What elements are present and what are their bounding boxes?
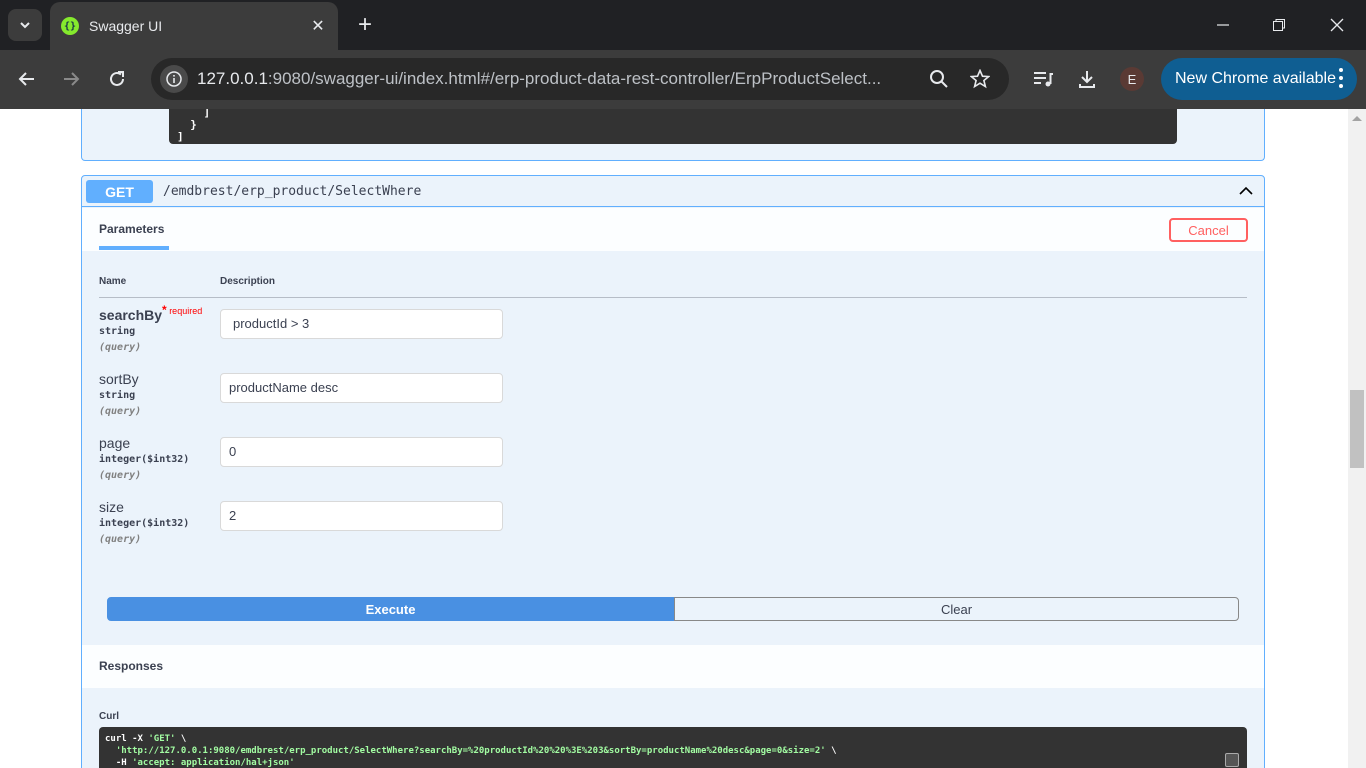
clear-button[interactable]: Clear [674, 597, 1239, 621]
update-label: New Chrome available [1175, 70, 1336, 87]
method-badge: GET [86, 180, 153, 203]
download-icon[interactable] [1074, 66, 1100, 92]
zoom-icon[interactable] [927, 67, 951, 91]
param-row-sortBy: sortBy string (query) productName desc [99, 371, 1249, 431]
param-row-searchBy: searchBy * required string (query) produ… [99, 303, 1249, 367]
param-type: string [99, 326, 136, 337]
size-input[interactable]: 2 [220, 501, 503, 531]
tab-parameters[interactable]: Parameters [99, 208, 164, 248]
param-name: size [99, 499, 124, 515]
url-path: :9080/swagger-ui/index.html#/erp-product… [267, 69, 882, 88]
param-name: sortBy [99, 371, 139, 387]
responses-title: Responses [99, 659, 164, 673]
execute-button[interactable]: Execute [107, 597, 674, 621]
reload-button[interactable] [100, 62, 134, 96]
curl-label: Curl [99, 711, 119, 722]
swagger-favicon-icon: {} [61, 17, 79, 35]
column-header-description: Description [220, 276, 276, 287]
previous-response-code: ] } ] [169, 109, 1177, 144]
address-bar[interactable]: 127.0.0.1:9080/swagger-ui/index.html#/er… [151, 58, 1009, 100]
curl-line3-prefix: -H [105, 758, 133, 768]
curl-header: 'accept: application/hal+json' [132, 758, 295, 768]
close-icon [1330, 18, 1344, 32]
param-row-page: page integer($int32) (query) 0 [99, 435, 1249, 495]
minimize-icon [1217, 24, 1229, 26]
divider [99, 297, 1247, 298]
scroll-up-arrow-icon[interactable] [1352, 116, 1362, 121]
curl-method: 'GET' [148, 734, 176, 744]
media-controls-icon[interactable] [1030, 66, 1056, 92]
param-type: integer($int32) [99, 454, 190, 465]
arrow-right-icon [64, 72, 80, 86]
param-location: (query) [99, 470, 142, 481]
close-window-button[interactable] [1308, 0, 1366, 50]
param-name: page [99, 435, 131, 451]
param-location: (query) [99, 342, 142, 353]
param-type: integer($int32) [99, 518, 190, 529]
forward-button[interactable] [54, 62, 88, 96]
execute-wrapper: Execute Clear [107, 597, 1239, 621]
curl-line1-prefix: curl -X [105, 734, 149, 744]
url-host: 127.0.0.1 [197, 69, 268, 88]
chevron-up-icon[interactable] [1238, 183, 1254, 199]
param-name: searchBy [99, 307, 163, 323]
curl-url: 'http://127.0.0.1:9080/emdbrest/erp_prod… [115, 746, 826, 756]
back-button[interactable] [10, 62, 44, 96]
chevron-down-icon [20, 22, 30, 29]
scroll-thumb[interactable] [1350, 390, 1364, 468]
required-marker: * required [162, 303, 203, 317]
close-icon[interactable]: ✕ [308, 16, 328, 36]
tab-title: Swagger UI [89, 18, 163, 34]
restore-icon [1273, 19, 1285, 31]
param-location: (query) [99, 534, 142, 545]
param-row-size: size integer($int32) (query) 2 [99, 499, 1249, 559]
bookmark-star-icon[interactable] [968, 67, 992, 91]
more-vert-icon [1339, 68, 1343, 88]
operation-summary[interactable]: GET /emdbrest/erp_product/SelectWhere [82, 176, 1264, 207]
copy-icon[interactable] [1225, 753, 1239, 767]
new-tab-button[interactable]: + [352, 13, 378, 39]
url-text[interactable]: 127.0.0.1:9080/swagger-ui/index.html#/er… [197, 69, 913, 89]
info-icon [166, 71, 182, 87]
curl-line2-suffix: \ [825, 746, 837, 756]
required-label: required [169, 306, 203, 316]
param-location: (query) [99, 406, 142, 417]
column-header-name: Name [99, 276, 127, 287]
site-info-button[interactable] [160, 65, 188, 93]
previous-operation-block: ] } ] [81, 109, 1265, 161]
chrome-update-button[interactable]: New Chrome available [1161, 58, 1357, 100]
curl-line1-suffix: \ [175, 734, 187, 744]
restore-button[interactable] [1250, 0, 1308, 50]
sortBy-input[interactable]: productName desc [220, 373, 503, 403]
tab-search-button[interactable] [8, 9, 42, 41]
page-scrollbar[interactable] [1348, 109, 1366, 768]
tab-underline [99, 246, 169, 250]
searchBy-input[interactable]: productId > 3 [220, 309, 503, 339]
cancel-button[interactable]: Cancel [1169, 218, 1248, 242]
tab-strip: {} Swagger UI ✕ + [0, 0, 1366, 50]
minimize-button[interactable] [1194, 0, 1252, 50]
browser-toolbar: 127.0.0.1:9080/swagger-ui/index.html#/er… [0, 50, 1366, 109]
profile-avatar[interactable]: E [1120, 67, 1144, 91]
operation-path: /emdbrest/erp_product/SelectWhere [163, 184, 422, 199]
param-type: string [99, 390, 136, 401]
parameters-header: Parameters Cancel [82, 208, 1264, 251]
arrow-left-icon [18, 72, 34, 86]
responses-header: Responses [82, 645, 1264, 688]
page-input[interactable]: 0 [220, 437, 503, 467]
operation-block: GET /emdbrest/erp_product/SelectWhere Pa… [81, 175, 1265, 768]
curl-code-block[interactable]: curl -X 'GET' \ 'http://127.0.0.1:9080/e… [99, 727, 1247, 768]
browser-tab[interactable]: {} Swagger UI ✕ [50, 2, 338, 50]
page-viewport: ] } ] GET /emdbrest/erp_product/SelectWh… [0, 109, 1348, 768]
reload-icon [110, 71, 124, 86]
